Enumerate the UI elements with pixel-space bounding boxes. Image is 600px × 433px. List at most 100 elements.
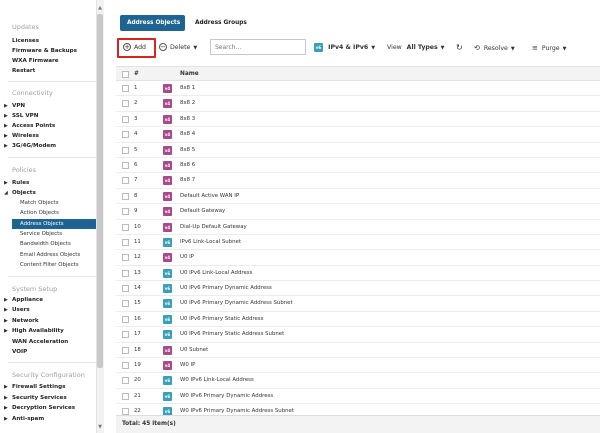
sidebar-item-vpn[interactable]: ▶ VPN (4, 103, 25, 109)
view-dropdown[interactable]: View All Types ▼ (387, 41, 445, 55)
table-row[interactable]: 16 v6 U0 IPv6 Primary Static Address (116, 312, 600, 328)
row-checkbox[interactable] (122, 269, 129, 277)
view-label: View (387, 44, 402, 51)
scroll-down-icon[interactable]: ▼ (97, 423, 103, 431)
row-checkbox[interactable] (122, 85, 129, 92)
table-row[interactable]: 5 v4 8x8 5 (116, 143, 600, 158)
caret-right-icon: ▶ (4, 113, 8, 119)
sidebar-subitem-email-address-objects[interactable]: Email Address Objects (20, 252, 80, 258)
delete-button[interactable]: − Delete ▼ (159, 41, 197, 55)
row-number: 16 (134, 315, 141, 322)
sidebar-item-high-availability[interactable]: ▶ High Availability (4, 328, 64, 334)
section-title-security-configuration: Security Configuration (12, 371, 85, 379)
row-checkbox[interactable] (122, 177, 129, 185)
row-checkbox[interactable] (122, 331, 129, 339)
sidebar-subitem-action-objects[interactable]: Action Objects (20, 210, 59, 216)
resolve-label: Resolve (483, 45, 508, 52)
tab-address-objects[interactable]: Address Objects (120, 15, 185, 31)
row-checkbox[interactable] (122, 238, 129, 246)
sidebar-item-wireless[interactable]: ▶ Wireless (4, 133, 39, 139)
sidebar-subitem-bandwidth-objects[interactable]: Bandwidth Objects (20, 241, 71, 247)
table-row[interactable]: 21 v6 W0 IPv6 Primary Dynamic Address (116, 389, 600, 405)
table-row[interactable]: 4 v4 8x8 4 (116, 127, 600, 143)
row-name: 8x8 4 (180, 131, 196, 138)
table-row[interactable]: 10 v4 Dial-Up Default Gateway (116, 220, 600, 235)
row-checkbox[interactable] (122, 377, 129, 385)
sidebar-item-ssl-vpn[interactable]: ▶ SSL VPN (4, 113, 38, 119)
table-row[interactable]: 18 v4 U0 Subnet (116, 343, 600, 359)
row-number: 19 (134, 362, 141, 369)
sidebar-divider (8, 362, 96, 363)
sidebar-item-licenses[interactable]: Licenses (12, 38, 39, 44)
table-row[interactable]: 12 v4 U0 IP (116, 250, 600, 266)
view-value: All Types (406, 44, 438, 51)
table-row[interactable]: 19 v4 W0 IP (116, 358, 600, 374)
select-all-checkbox[interactable] (122, 71, 129, 78)
sidebar-item-users[interactable]: ▶ Users (4, 307, 30, 313)
table-row[interactable]: 11 v6 IPv6 Link-Local Subnet (116, 235, 600, 251)
row-checkbox[interactable] (122, 392, 129, 400)
sidebar-item-label: Objects (12, 190, 36, 196)
sidebar-item-voip[interactable]: VOIP (12, 349, 27, 355)
sidebar-item-rules[interactable]: ▶ Rules (4, 180, 29, 186)
column-header-number[interactable]: # (134, 67, 139, 81)
sidebar-item-label: Access Points (12, 123, 56, 129)
sidebar-item-appliance[interactable]: ▶ Appliance (4, 297, 43, 303)
table-row[interactable]: 17 v6 U0 IPv6 Primary Static Address Subne… (116, 327, 600, 343)
row-checkbox[interactable] (122, 100, 129, 108)
row-checkbox[interactable] (122, 146, 129, 154)
row-checkbox[interactable] (122, 315, 129, 323)
row-checkbox[interactable] (122, 131, 129, 139)
table-row[interactable]: 1 v4 8x8 1 (116, 81, 600, 97)
table-row[interactable]: 13 v6 U0 IPv6 Link-Local Address (116, 266, 600, 282)
sidebar-item-access-points[interactable]: ▶ Access Points (4, 123, 55, 129)
table-row[interactable]: 6 v4 8x8 6 (116, 158, 600, 174)
sidebar-item-firmware-backups[interactable]: Firmware & Backups (12, 48, 77, 54)
search-input[interactable] (210, 39, 306, 55)
table-row[interactable]: 20 v6 W0 IPv6 Link-Local Address (116, 373, 600, 389)
sidebar-item-3g-4g-modem[interactable]: ▶ 3G/4G/Modem (4, 143, 56, 149)
ip-type-icon: v6 (163, 268, 172, 278)
table-row[interactable]: 2 v4 8x8 2 (116, 96, 600, 112)
table-row[interactable]: 8 v4 Default Active WAN IP (116, 189, 600, 205)
table-row[interactable]: 14 v6 U0 IPv6 Primary Dynamic Address (116, 281, 600, 297)
sidebar-item-restart[interactable]: Restart (12, 68, 35, 74)
row-checkbox[interactable] (122, 346, 129, 354)
purge-button[interactable]: ≡ Purge ▼ (532, 41, 566, 55)
row-checkbox[interactable] (122, 192, 129, 200)
ip-type-badge: v6 (163, 330, 172, 340)
row-checkbox[interactable] (122, 208, 129, 216)
table-row[interactable]: 9 v4 Default Gateway (116, 204, 600, 220)
table-row[interactable]: 3 v4 8x8 3 (116, 112, 600, 128)
resolve-button[interactable]: ⟲ Resolve ▼ (474, 41, 515, 55)
sidebar-item-objects[interactable]: ◢ Objects (4, 190, 36, 196)
row-checkbox[interactable] (122, 285, 129, 293)
purge-label: Purge (541, 45, 560, 52)
row-checkbox[interactable] (122, 254, 129, 262)
tab-address-groups[interactable]: Address Groups (188, 15, 248, 31)
sidebar-item-network[interactable]: ▶ Network (4, 318, 39, 324)
sidebar-item-wxa-firmware[interactable]: WXA Firmware (12, 58, 59, 64)
sidebar-subitem-match-objects[interactable]: Match Objects (20, 200, 59, 206)
row-checkbox[interactable] (122, 223, 129, 231)
sidebar-item-decryption-services[interactable]: ▶ Decryption Services (4, 405, 75, 411)
row-checkbox[interactable] (122, 115, 129, 123)
sidebar-item-wan-acceleration[interactable]: WAN Acceleration (12, 339, 68, 345)
row-checkbox[interactable] (122, 362, 129, 370)
sidebar-subitem-service-objects[interactable]: Service Objects (20, 231, 62, 237)
sidebar-item-security-services[interactable]: ▶ Security Services (4, 395, 67, 401)
table-row[interactable]: 15 v6 U0 IPv6 Primary Dynamic Address Subn… (116, 296, 600, 312)
row-checkbox[interactable] (122, 161, 129, 169)
scroll-up-icon[interactable]: ▲ (97, 4, 103, 12)
ip-version-dropdown[interactable]: v6 IPv4 & IPv6 ▼ (314, 41, 375, 55)
sidebar-item-anti-spam[interactable]: ▶ Anti-spam (4, 416, 44, 422)
refresh-icon[interactable]: ↻ (456, 41, 463, 55)
sidebar-subitem-address-objects[interactable]: Address Objects (12, 219, 98, 229)
row-checkbox[interactable] (122, 300, 129, 308)
sidebar-scrollbar-thumb[interactable] (97, 14, 103, 368)
add-button[interactable]: + Add (123, 41, 146, 55)
table-row[interactable]: 7 v4 8x8 7 (116, 173, 600, 189)
column-header-name[interactable]: Name (180, 67, 199, 81)
sidebar-subitem-content-filter-objects[interactable]: Content Filter Objects (20, 262, 79, 268)
sidebar-item-firewall-settings[interactable]: ▶ Firewall Settings (4, 384, 65, 390)
